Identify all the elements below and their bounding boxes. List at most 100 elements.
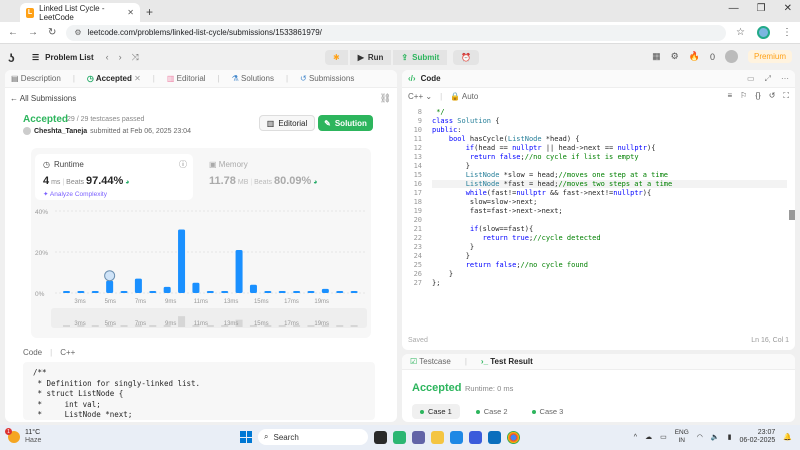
language-select[interactable]: C++ ⌄ [408, 92, 432, 101]
code-editor[interactable]: 8 */ 9 class Solution {10 public: 11 bool ha… [402, 106, 795, 330]
language-indicator[interactable]: ENG IN [675, 429, 689, 445]
show-hidden-icon[interactable]: ^ [634, 434, 637, 441]
analyze-complexity-link[interactable]: ✦ Analyze Complexity [43, 190, 107, 198]
more-icon[interactable]: ⋯ [781, 74, 789, 84]
tab-accepted[interactable]: ◷ Accepted ✕ [87, 74, 141, 83]
forward-icon[interactable]: → [28, 27, 38, 38]
layout-icon[interactable]: ▦ [652, 51, 661, 62]
file-explorer-icon[interactable] [431, 430, 444, 444]
premium-button[interactable]: Premium [747, 50, 792, 63]
restore-icon[interactable]: ❐ [757, 3, 766, 14]
close-window-icon[interactable]: ✕ [784, 3, 792, 14]
shuffle-icon[interactable]: ⤨ [132, 52, 139, 63]
solution-button[interactable]: ✎ Solution [318, 115, 373, 131]
chart-bar[interactable] [106, 280, 114, 293]
close-tab-icon[interactable]: ✕ [127, 8, 134, 17]
close-tab-icon[interactable]: ✕ [134, 74, 141, 83]
menu-dots-icon[interactable]: ⋮ [782, 27, 792, 38]
speaker-icon[interactable]: 🔈 [711, 433, 720, 441]
new-tab-icon[interactable]: + [146, 5, 153, 19]
minimize-icon[interactable]: — [729, 3, 739, 14]
chart-bar[interactable] [192, 282, 200, 293]
braces-icon[interactable]: {} [755, 91, 760, 101]
notes-button[interactable]: ⏰ [453, 50, 480, 65]
maximize-icon[interactable]: ▭ [747, 74, 755, 84]
submitted-code[interactable]: /** * Definition for singly-linked list.… [23, 362, 375, 420]
chart-bar[interactable] [120, 290, 128, 293]
windows-start-icon[interactable] [240, 431, 252, 443]
chart-bar[interactable] [264, 290, 272, 293]
problem-list-button[interactable]: ☰ Problem List [32, 53, 94, 62]
battery-icon[interactable]: ▭ [660, 433, 667, 441]
back-icon[interactable]: ← [8, 27, 18, 38]
chart-bar[interactable] [63, 290, 70, 293]
tab-submissions[interactable]: ↺ Submissions [300, 74, 354, 83]
browser-tab[interactable]: L Linked List Cycle - LeetCode ✕ [20, 3, 140, 22]
your-submission-marker-icon[interactable] [104, 270, 116, 282]
runtime-box[interactable]: ◷ Runtime ⓘ 4 ms | Beats 97.44% ◕ ✦ Analy… [35, 154, 193, 200]
author-name[interactable]: Cheshta_Taneja [34, 128, 87, 135]
leetcode-logo-icon[interactable]: ʖ [8, 51, 20, 65]
fire-icon[interactable]: 🔥 [689, 51, 700, 62]
all-submissions-link[interactable]: ← All Submissions [10, 94, 76, 103]
chat-app-icon[interactable] [393, 430, 406, 444]
chart-bar[interactable] [91, 290, 99, 293]
chrome-icon[interactable] [507, 430, 520, 444]
chart-bar[interactable] [221, 290, 229, 293]
tab-solutions[interactable]: ⚗ Solutions [232, 74, 274, 83]
chart-bar[interactable] [235, 249, 243, 293]
debug-button[interactable]: ✱ [325, 50, 348, 65]
editorial-button[interactable]: ▥ Editorial [259, 115, 315, 131]
case-tab-2[interactable]: Case 2 [468, 404, 516, 419]
extension-icon[interactable] [757, 26, 770, 39]
submit-button[interactable]: ⇪ Submit [393, 50, 448, 65]
tab-testcase[interactable]: ☑ Testcase [410, 357, 451, 366]
run-button[interactable]: ▶ Run [349, 50, 392, 65]
dell-icon[interactable] [488, 430, 501, 444]
tab-test-result[interactable]: ›_ Test Result [481, 357, 533, 366]
avatar[interactable] [724, 50, 738, 63]
share-link-icon[interactable]: ⛓ [380, 93, 391, 104]
fullscreen-icon[interactable]: ⛶ [783, 91, 789, 101]
bookmark-star-icon[interactable]: ☆ [736, 27, 745, 38]
battery-status-icon[interactable]: ▮ [728, 433, 732, 441]
store-icon[interactable] [469, 430, 482, 444]
next-problem-icon[interactable]: › [119, 52, 122, 63]
chart-bar[interactable] [321, 288, 329, 293]
editor-scrollbar[interactable] [789, 210, 795, 220]
chart-bar[interactable] [307, 290, 315, 293]
reload-icon[interactable]: ↻ [48, 27, 56, 38]
bookmark-icon[interactable]: ⚐ [740, 91, 747, 101]
chart-bar[interactable] [278, 290, 286, 293]
chart-bar[interactable] [163, 286, 171, 293]
format-icon[interactable]: ≡ [728, 91, 733, 101]
chart-bar[interactable] [293, 290, 301, 293]
reset-icon[interactable]: ↺ [769, 91, 776, 101]
case-tab-3[interactable]: Case 3 [524, 404, 572, 419]
memory-tab[interactable]: ▣ Memory [209, 160, 248, 169]
chart-bar[interactable] [350, 290, 358, 293]
teams-icon[interactable] [412, 430, 425, 444]
notifications-icon[interactable]: 🔔 [783, 433, 792, 441]
weather-widget[interactable]: 1 11°C Haze [5, 428, 41, 445]
edge-icon[interactable] [450, 430, 463, 444]
auto-mode-toggle[interactable]: 🔒 Auto [450, 92, 478, 101]
tab-description[interactable]: ▤ Description [11, 74, 61, 83]
chart-bar[interactable] [249, 284, 257, 293]
site-info-icon[interactable]: ⚙ [74, 28, 81, 37]
tab-editorial[interactable]: ▥ Editorial [167, 74, 206, 83]
chart-bar[interactable] [134, 278, 142, 293]
chart-bar[interactable] [149, 290, 157, 293]
chart-bar[interactable] [336, 290, 344, 293]
clock[interactable]: 23:07 06-02-2025 [739, 429, 775, 445]
case-tab-1[interactable]: Case 1 [412, 404, 460, 419]
expand-icon[interactable]: ⤢ [765, 74, 771, 84]
task-view-icon[interactable] [374, 430, 387, 444]
chart-bar[interactable] [77, 290, 85, 293]
prev-problem-icon[interactable]: ‹ [106, 52, 109, 63]
chart-bar[interactable] [206, 290, 214, 293]
wifi-icon[interactable]: ◠ [697, 433, 703, 441]
cloud-icon[interactable]: ☁ [645, 433, 652, 441]
taskbar-search[interactable]: ⌕ Search [258, 429, 368, 445]
chart-bar[interactable] [178, 229, 186, 293]
